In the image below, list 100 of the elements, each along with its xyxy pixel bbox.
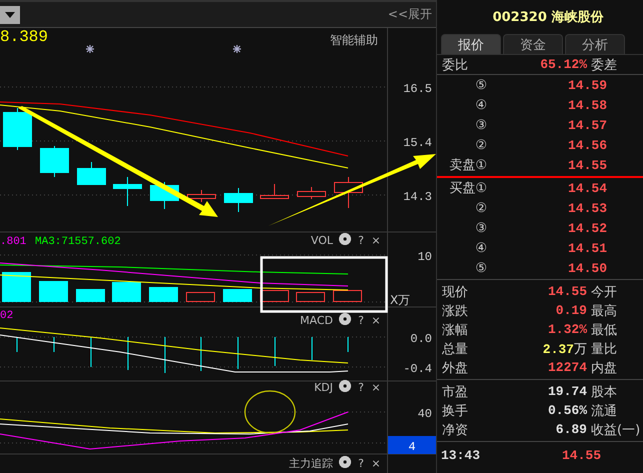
order-level-label: 卖盘① xyxy=(448,157,487,174)
volume-bar xyxy=(2,272,31,302)
candlestick xyxy=(113,176,142,206)
assist-label[interactable]: 智能辅助 xyxy=(330,33,378,47)
field-label: 委差 xyxy=(591,56,618,74)
field-label: 股本 xyxy=(591,384,618,400)
panel-title: MACD xyxy=(300,314,333,327)
volume-bar xyxy=(333,290,362,302)
field-label: 现价 xyxy=(442,284,469,300)
help-button[interactable]: ? xyxy=(358,234,364,247)
price-axis-label: 16.5 xyxy=(403,82,432,96)
order-price: 14.58 xyxy=(566,98,607,112)
field-label: 量比 xyxy=(591,340,618,358)
order-level-label: ③ xyxy=(474,118,487,132)
tick-time: 13:43 xyxy=(441,448,482,462)
field-label: 最低 xyxy=(591,322,618,338)
value-badge xyxy=(388,436,436,454)
volume-bar xyxy=(223,289,252,302)
field-value: 2.37万 xyxy=(542,340,587,358)
volume-bar xyxy=(76,289,105,302)
help-button[interactable]: ? xyxy=(358,381,364,394)
order-level-label: ③ xyxy=(474,220,487,236)
legend-value: .801 xyxy=(0,236,26,248)
order-price: 14.56 xyxy=(566,138,607,152)
order-level-label: ④ xyxy=(474,98,487,112)
close-button[interactable]: × xyxy=(371,457,381,470)
field-value: 14.55 xyxy=(546,284,587,299)
field-label: 收益(一) xyxy=(591,422,642,438)
star-marker-icon xyxy=(85,44,95,54)
tab[interactable]: 报价 xyxy=(441,34,501,54)
highlight-circle xyxy=(244,390,296,434)
dropdown-button[interactable] xyxy=(0,6,20,24)
tab[interactable]: 分析 xyxy=(565,34,625,54)
volume-bar xyxy=(112,282,141,302)
order-price: 14.54 xyxy=(566,180,607,196)
field-label: 流通 xyxy=(591,402,618,420)
order-price: 14.55 xyxy=(566,158,607,172)
expand-button[interactable]: <<展开 xyxy=(388,6,436,23)
star-marker-icon xyxy=(232,44,242,54)
candlestick xyxy=(3,108,32,150)
field-label: 委比 xyxy=(442,56,469,74)
candlestick xyxy=(187,190,216,202)
stock-title: 002320 海峡股份 xyxy=(492,9,604,27)
candlestick xyxy=(297,186,326,200)
field-value: 6.89 xyxy=(554,422,587,437)
legend-value: MA3:71557.602 xyxy=(35,236,121,248)
close-button[interactable]: × xyxy=(371,234,381,247)
volume-bar xyxy=(149,287,178,302)
volume-axis-label: 10 xyxy=(418,250,432,264)
field-value: 19.74 xyxy=(546,384,587,399)
macd-axis-label: 0.0 xyxy=(410,332,432,346)
field-label: 外盘 xyxy=(442,360,469,376)
field-label: 涨幅 xyxy=(442,322,469,338)
volume-bar xyxy=(39,281,68,302)
field-label: 内盘 xyxy=(591,360,618,376)
candlestick xyxy=(40,146,69,178)
order-level-label: ④ xyxy=(474,240,487,256)
order-price: 14.59 xyxy=(566,78,607,92)
volume-unit-label: X万 xyxy=(390,293,410,307)
order-price: 14.51 xyxy=(566,240,607,256)
tab[interactable]: 资金 xyxy=(503,34,563,54)
field-label: 涨跌 xyxy=(442,302,469,320)
field-label: 市盈 xyxy=(442,384,469,400)
help-button[interactable]: ? xyxy=(358,314,364,327)
caret-icon xyxy=(5,12,15,18)
price-axis-label: 14.3 xyxy=(403,190,432,204)
tick-price: 14.55 xyxy=(560,448,601,462)
panel-title: VOL xyxy=(310,234,333,247)
field-value: 12274 xyxy=(546,360,587,375)
order-price: 14.52 xyxy=(566,220,607,236)
help-button[interactable]: ? xyxy=(358,457,364,470)
field-label: 换手 xyxy=(442,402,469,420)
close-button[interactable]: × xyxy=(371,381,381,394)
close-button[interactable]: × xyxy=(371,314,381,327)
order-price: 14.53 xyxy=(566,200,607,216)
candlestick xyxy=(260,184,289,199)
order-price: 14.50 xyxy=(566,260,607,276)
field-label: 总量 xyxy=(442,340,469,358)
order-level-label: ⑤ xyxy=(474,260,487,276)
candlestick xyxy=(77,162,106,186)
order-level-label: ② xyxy=(474,200,487,216)
candlestick xyxy=(224,188,253,212)
field-value: 0.56% xyxy=(546,403,587,418)
panel-title: KDJ xyxy=(314,381,333,394)
volume-bar xyxy=(296,292,325,302)
field-label: 最高 xyxy=(591,302,618,320)
field-value: 0.19 xyxy=(554,303,587,318)
volume-bar xyxy=(260,290,289,302)
field-label: 今开 xyxy=(591,284,618,300)
volume-bar xyxy=(186,292,215,302)
indicator-value: 8.389 xyxy=(0,28,48,46)
legend-value: 02 xyxy=(0,310,14,322)
order-level-label: 买盘① xyxy=(448,180,487,197)
field-value: 65.12% xyxy=(539,57,587,72)
macd-axis-label: -0.4 xyxy=(403,362,432,376)
price-axis-label: 15.4 xyxy=(403,136,432,150)
kdj-axis-label: 40 xyxy=(418,407,432,421)
field-value: 1.32% xyxy=(546,322,587,337)
badge-value: 4 xyxy=(408,440,416,454)
field-label: 净资 xyxy=(442,422,469,438)
